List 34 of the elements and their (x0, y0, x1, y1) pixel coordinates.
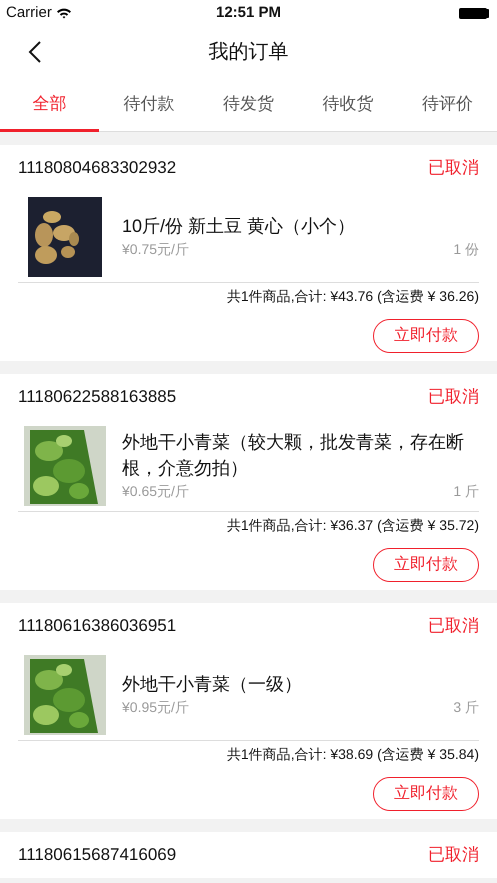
product-name: 10斤/份 新土豆 黄心（小个） (122, 214, 356, 238)
back-icon (28, 40, 42, 64)
tab[interactable]: 待付款 (99, 78, 199, 132)
product-name: 外地干小青菜（一级） (122, 672, 303, 696)
order-status: 已取消 (428, 615, 479, 638)
order-number: 11180616386036951 (18, 615, 176, 638)
quantity-text: 1 斤 (453, 482, 479, 502)
carrier-text: Carrier (6, 2, 52, 23)
order-status: 已取消 (428, 386, 479, 408)
tab[interactable]: 待评价 (398, 78, 497, 132)
battery-icon (459, 8, 487, 18)
product-name: 外地干小青菜（较大颗，批发青菜，存在断根，介意勿拍） (122, 430, 465, 480)
tab[interactable]: 全部 (0, 78, 100, 132)
pay-button[interactable]: 立即付款 (373, 777, 479, 811)
page-title: 我的订单 (208, 40, 288, 65)
wifi-icon (56, 7, 72, 19)
order-total: 共1件商品,合计: ¥38.69 (含运费 ¥ 35.84) (226, 745, 479, 764)
quantity-text: 1 份 (453, 240, 479, 260)
pay-button[interactable]: 立即付款 (373, 319, 479, 353)
status-time: 12:51 PM (216, 2, 282, 23)
unit-price: ¥0.95元/斤 (122, 698, 189, 718)
order-number: 11180615687416069 (18, 844, 176, 866)
order-status: 已取消 (428, 157, 479, 180)
order-number: 11180622588163885 (18, 386, 176, 408)
unit-price: ¥0.75元/斤 (122, 240, 189, 260)
order-status: 已取消 (428, 844, 479, 866)
unit-price: ¥0.65元/斤 (122, 482, 189, 502)
pay-button[interactable]: 立即付款 (373, 548, 479, 582)
tab[interactable]: 待收货 (298, 78, 398, 132)
order-total: 共1件商品,合计: ¥43.76 (含运费 ¥ 36.26) (226, 287, 479, 306)
quantity-text: 3 斤 (453, 698, 479, 718)
tab[interactable]: 待发货 (198, 78, 298, 132)
order-total: 共1件商品,合计: ¥36.37 (含运费 ¥ 35.72) (226, 516, 479, 535)
order-number: 11180804683302932 (18, 157, 176, 180)
